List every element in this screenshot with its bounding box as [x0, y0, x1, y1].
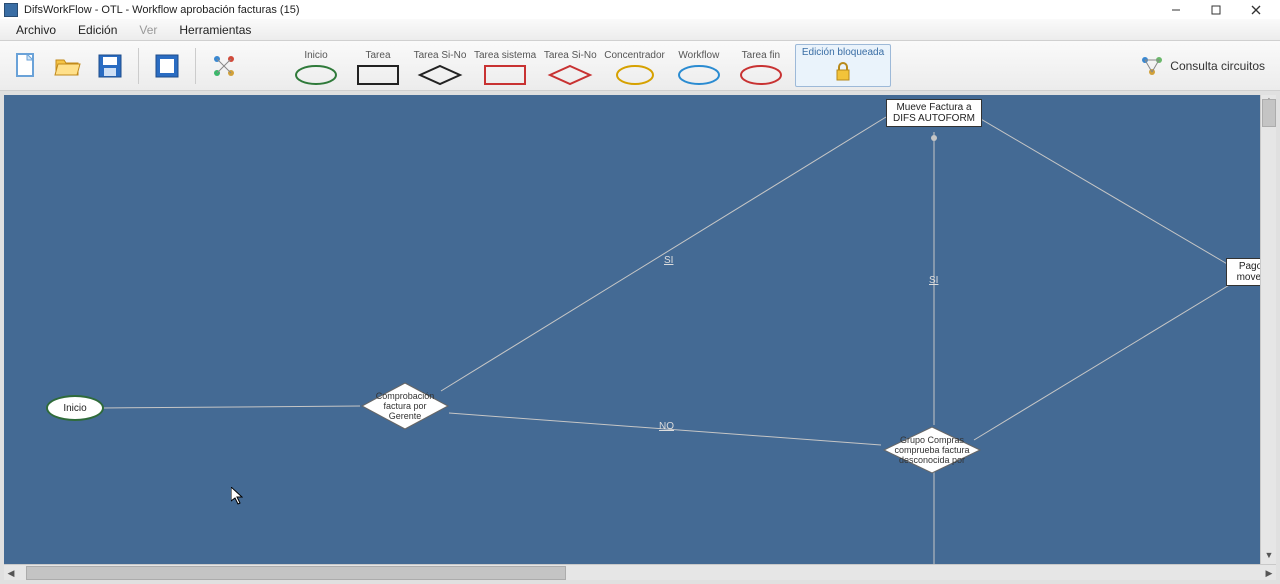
- vertical-scroll-thumb[interactable]: [1262, 99, 1276, 127]
- tool-tarea-sistema[interactable]: Tarea sistema: [474, 50, 536, 87]
- node-mueve-factura[interactable]: Mueve Factura a DIFS AUTOFORM: [886, 99, 982, 127]
- tool-tarea-label: Tarea: [365, 50, 390, 61]
- save-icon: [97, 53, 123, 79]
- tool-tarea-fin[interactable]: Tarea fin: [733, 50, 789, 87]
- graph-icon: [211, 53, 237, 79]
- maximize-button[interactable]: [1196, 0, 1236, 19]
- menu-ver[interactable]: Ver: [129, 20, 167, 40]
- menu-edicion[interactable]: Edición: [68, 20, 127, 40]
- edge-label-no: NO: [659, 421, 674, 432]
- app-icon: [4, 3, 18, 17]
- tool-tarea-sistema-label: Tarea sistema: [474, 50, 536, 61]
- window-controls: [1156, 0, 1276, 19]
- layout-button[interactable]: [206, 48, 242, 84]
- tool-tarea-sino-label: Tarea Si-No: [414, 50, 467, 61]
- tool-tarea-sino2-label: Tarea Si-No: [544, 50, 597, 61]
- fit-button[interactable]: [149, 48, 185, 84]
- folder-open-icon: [54, 54, 82, 78]
- tool-edicion-bloqueada-label: Edición bloqueada: [802, 47, 884, 58]
- node-grupo-compras[interactable]: Grupo Compras comprueba factura desconoc…: [882, 425, 982, 475]
- titlebar: DifsWorkFlow - OTL - Workflow aprobación…: [0, 0, 1280, 19]
- window-title: DifsWorkFlow - OTL - Workflow aprobación…: [24, 4, 299, 16]
- tool-workflow-label: Workflow: [678, 50, 719, 61]
- close-button[interactable]: [1236, 0, 1276, 19]
- node-grupo-compras-label: Grupo Compras comprueba factura desconoc…: [890, 435, 974, 465]
- tool-tarea-fin-label: Tarea fin: [742, 50, 780, 61]
- toolbar: Inicio Tarea Tarea Si-No Tarea sistema T…: [0, 41, 1280, 91]
- new-file-icon: [14, 52, 38, 80]
- tool-concentrador[interactable]: Concentrador: [604, 50, 665, 87]
- menu-herramientas[interactable]: Herramientas: [169, 20, 261, 40]
- horizontal-scrollbar[interactable]: ◀ ▶: [4, 564, 1276, 580]
- tool-inicio-label: Inicio: [304, 50, 327, 61]
- lock-icon: [832, 60, 854, 82]
- workflow-canvas[interactable]: SI SI NO Inicio Comprobación factura por…: [4, 95, 1260, 564]
- node-pago[interactable]: Pago mover: [1226, 258, 1260, 286]
- edge-label-si2: SI: [929, 275, 938, 286]
- minimize-button[interactable]: [1156, 0, 1196, 19]
- open-button[interactable]: [50, 48, 86, 84]
- toolbar-separator: [195, 48, 196, 84]
- node-comprobacion-label: Comprobación factura por Gerente: [369, 391, 441, 421]
- scroll-left-arrow-icon[interactable]: ◀: [4, 565, 18, 581]
- node-mueve-factura-label: Mueve Factura a DIFS AUTOFORM: [891, 102, 977, 124]
- scroll-right-arrow-icon[interactable]: ▶: [1262, 565, 1276, 581]
- toolbar-separator: [138, 48, 139, 84]
- menu-archivo[interactable]: Archivo: [6, 20, 66, 40]
- tool-tarea-sino2[interactable]: Tarea Si-No: [542, 50, 598, 87]
- new-button[interactable]: [8, 48, 44, 84]
- scroll-down-arrow-icon[interactable]: ▼: [1261, 550, 1277, 564]
- tool-inicio[interactable]: Inicio: [288, 50, 344, 87]
- consulta-circuitos-button[interactable]: Consulta circuitos: [1133, 50, 1272, 82]
- network-icon: [1140, 55, 1164, 77]
- canvas-container: SI SI NO Inicio Comprobación factura por…: [0, 91, 1280, 584]
- edges-layer: [4, 95, 1260, 564]
- tool-workflow[interactable]: Workflow: [671, 50, 727, 87]
- node-pago-label: Pago mover: [1231, 261, 1260, 283]
- edge-label-si: SI: [664, 255, 673, 266]
- horizontal-scroll-thumb[interactable]: [26, 566, 566, 580]
- tool-edicion-bloqueada[interactable]: Edición bloqueada: [795, 44, 891, 87]
- shape-palette: Inicio Tarea Tarea Si-No Tarea sistema T…: [288, 44, 891, 87]
- node-comprobacion[interactable]: Comprobación factura por Gerente: [360, 381, 450, 431]
- tool-tarea[interactable]: Tarea: [350, 50, 406, 87]
- node-inicio-label: Inicio: [63, 403, 86, 414]
- menubar: Archivo Edición Ver Herramientas: [0, 19, 1280, 41]
- fit-screen-icon: [154, 53, 180, 79]
- tool-concentrador-label: Concentrador: [604, 50, 665, 61]
- tool-tarea-sino[interactable]: Tarea Si-No: [412, 50, 468, 87]
- vertical-scrollbar[interactable]: ▲ ▼: [1260, 95, 1276, 564]
- consulta-circuitos-label: Consulta circuitos: [1170, 59, 1265, 73]
- node-inicio[interactable]: Inicio: [46, 395, 104, 421]
- save-button[interactable]: [92, 48, 128, 84]
